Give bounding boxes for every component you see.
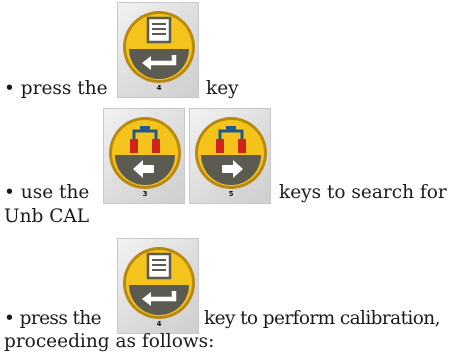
key-number: 4 [156,320,162,328]
search-left-icon [109,117,181,189]
key-number: 5 [228,190,234,198]
step-2-suffix: keys to search for [279,182,447,203]
search-right-icon [195,117,267,189]
step-2-continuation: Unb CAL [4,206,90,227]
step-2-prefix: • use the [4,182,90,203]
step-1-suffix: key [206,78,239,99]
step-3-continuation: proceeding as follows: [4,331,215,352]
key-number: 4 [156,84,162,92]
enter-icon [123,11,195,83]
step-1-prefix: • press the [4,78,108,99]
step-3-prefix: • press the [4,308,102,329]
step-3-suffix: key to perform calibration, [204,308,440,329]
enter-icon [123,247,195,319]
key-number: 3 [142,190,148,198]
enter-key-button[interactable]: 4 [117,238,199,334]
search-right-key-button[interactable]: 5 [189,108,271,204]
search-left-key-button[interactable]: 3 [103,108,185,204]
enter-key-button[interactable]: 4 [117,2,199,98]
